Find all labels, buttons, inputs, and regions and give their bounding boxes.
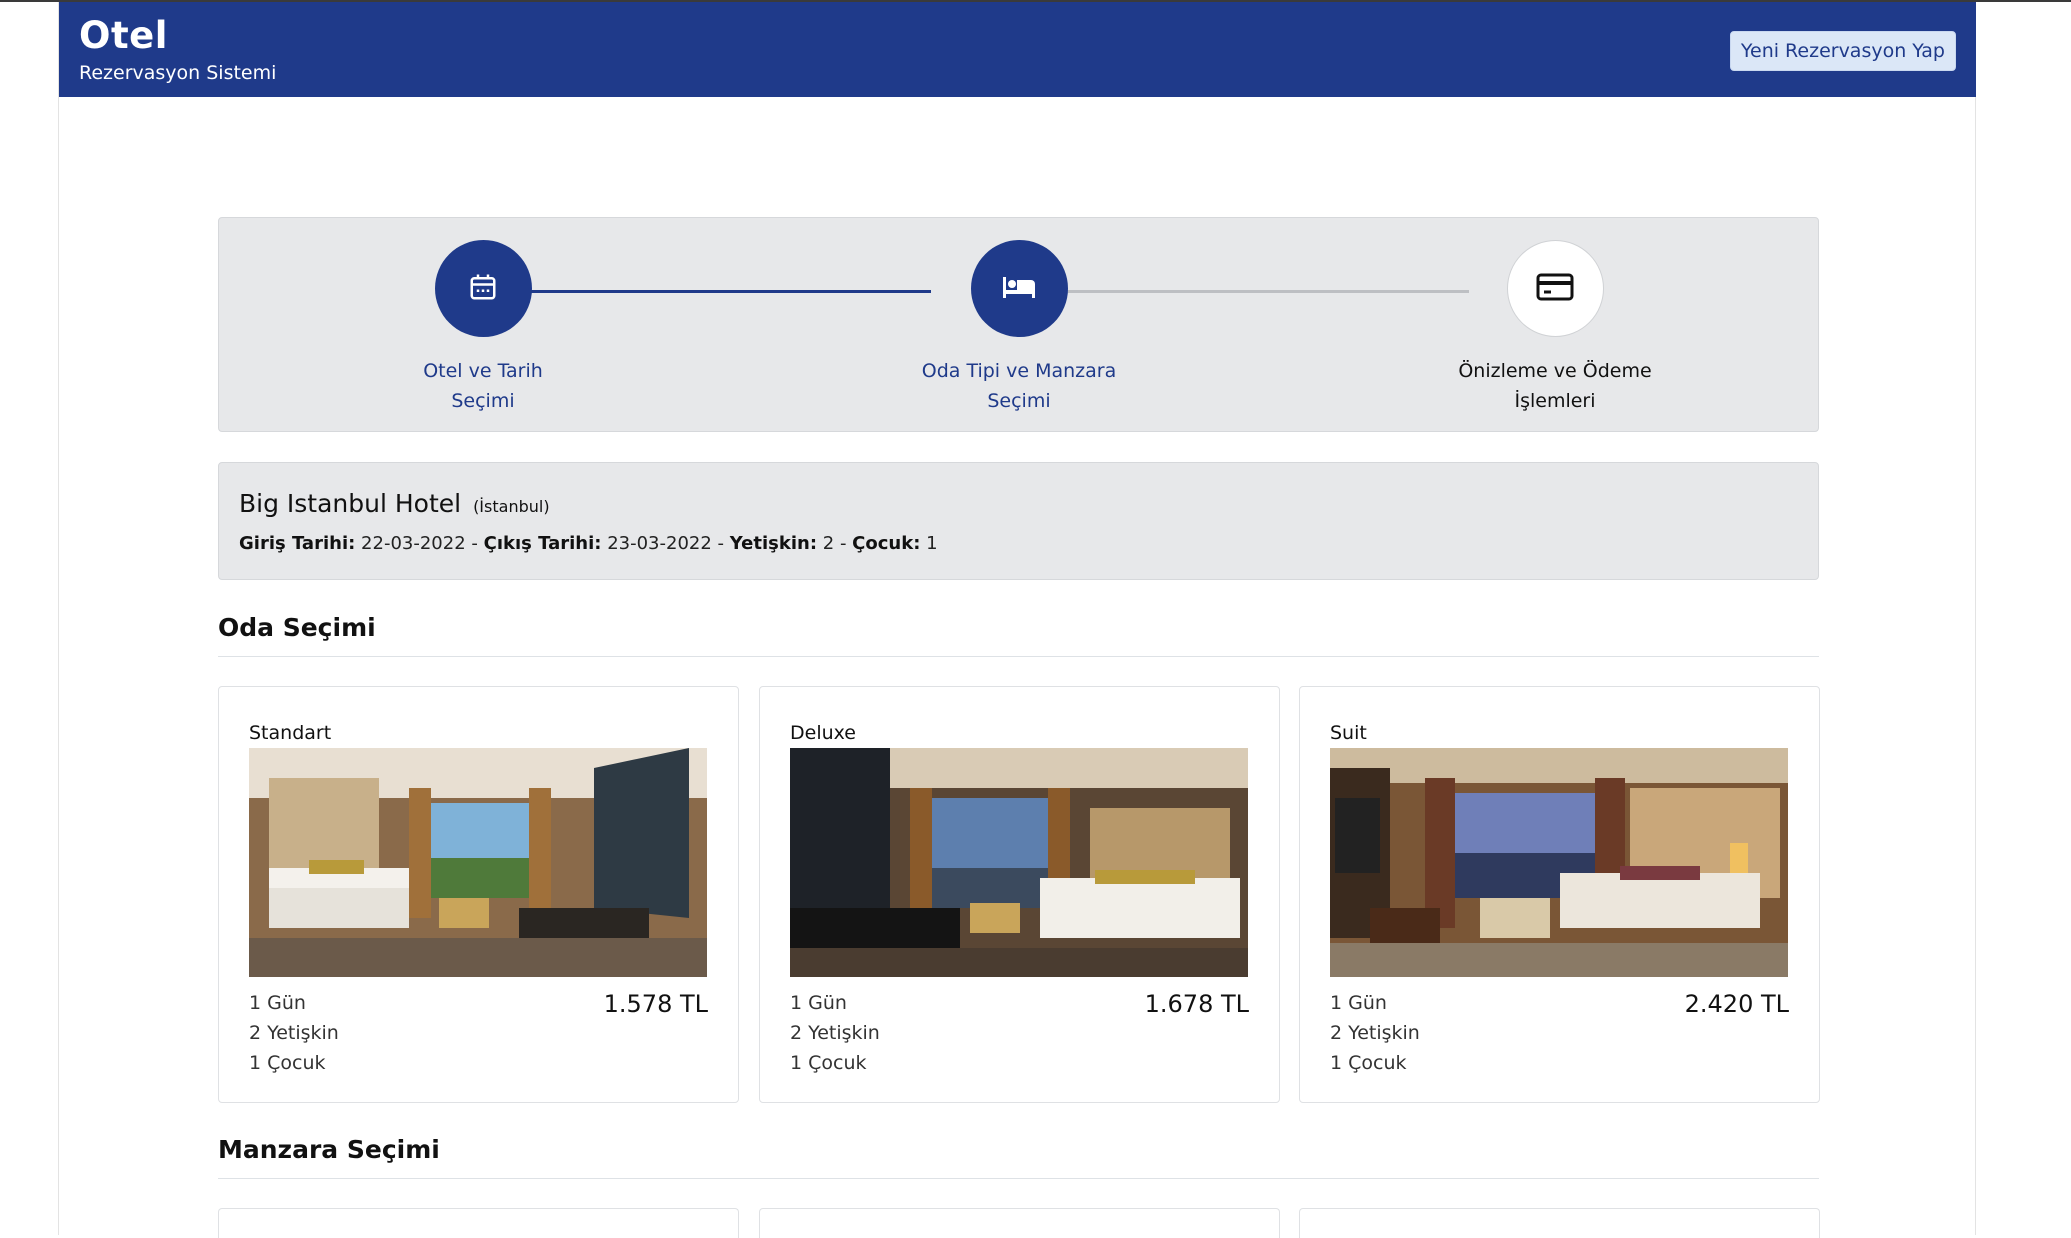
checkout-value: 23-03-2022 [607,533,712,554]
room-children: 1 Çocuk [249,1052,326,1074]
room-photo [249,748,707,977]
reservation-summary: Big Istanbul Hotel (İstanbul) Giriş Tari… [218,462,1819,580]
step-label-line1: Otel ve Tarih [423,360,543,382]
step-label-line1: Oda Tipi ve Manzara [921,360,1117,382]
room-days: 1 Gün [790,992,847,1014]
app-header: Otel Rezervasyon Sistemi Yeni Rezervasyo… [59,2,1976,97]
view-card[interactable] [1299,1208,1820,1238]
step-preview-payment[interactable]: Önizleme ve Ödeme İşlemleri [1415,240,1695,416]
room-children: 1 Çocuk [790,1052,867,1074]
view-section-title: Manzara Seçimi [218,1135,440,1164]
step-label: Önizleme ve Ödeme İşlemleri [1415,356,1695,416]
room-card-deluxe[interactable]: Deluxe 1 Gün 2 Yetişkin 1 Çocuk 1.678 TL [759,686,1280,1103]
step-label: Oda Tipi ve Manzara Seçimi [879,356,1159,416]
progress-stepper: Otel ve Tarih Seçimi Oda Tipi ve Manzara [218,217,1819,432]
room-price: 1.578 TL [603,990,708,1018]
child-value: 1 [926,533,938,554]
adult-value: 2 [822,533,835,554]
bed-icon [1001,274,1037,304]
hotel-city: (İstanbul) [473,497,550,516]
room-card-standart[interactable]: Standart 1 Gün 2 Yetişkin 1 Çocuk 1.578 … [218,686,739,1103]
step-room-view[interactable]: Oda Tipi ve Manzara Seçimi [879,240,1159,416]
section-divider [218,1178,1819,1179]
brand-subtitle: Rezervasyon Sistemi [79,62,277,84]
view-card[interactable] [759,1208,1280,1238]
separator: - [839,533,847,554]
room-details: 1 Gün 2 Yetişkin 1 Çocuk [249,988,339,1078]
page-container: Otel Rezervasyon Sistemi Yeni Rezervasyo… [58,2,1976,1238]
calendar-icon [468,272,498,306]
step-label-line2: Seçimi [987,390,1051,412]
room-details: 1 Gün 2 Yetişkin 1 Çocuk [790,988,880,1078]
step-label-line1: Önizleme ve Ödeme [1458,360,1652,382]
room-price: 2.420 TL [1684,990,1789,1018]
new-reservation-button[interactable]: Yeni Rezervasyon Yap [1729,31,1956,71]
room-photo [1330,748,1788,977]
step-circle [970,240,1068,337]
room-name: Standart [249,722,332,744]
room-section-title: Oda Seçimi [218,613,376,642]
section-divider [218,656,1819,657]
room-children: 1 Çocuk [1330,1052,1407,1074]
hotel-title: Big Istanbul Hotel (İstanbul) [239,489,550,518]
step-hotel-date[interactable]: Otel ve Tarih Seçimi [343,240,623,416]
step-circle [1506,240,1604,337]
room-name: Suit [1330,722,1367,744]
room-name: Deluxe [790,722,856,744]
child-label: Çocuk: [852,533,921,554]
room-price: 1.678 TL [1144,990,1249,1018]
hotel-name: Big Istanbul Hotel [239,489,462,518]
reservation-details: Giriş Tarihi: 22-03-2022 - Çıkış Tarihi:… [239,533,938,554]
checkin-value: 22-03-2022 [361,533,466,554]
credit-card-icon [1536,273,1574,305]
room-adults: 2 Yetişkin [249,1022,339,1044]
separator: - [717,533,725,554]
step-label-line2: Seçimi [451,390,515,412]
adult-label: Yetişkin: [729,533,818,554]
brand-title: Otel [79,14,168,57]
room-days: 1 Gün [1330,992,1387,1014]
checkout-label: Çıkış Tarihi: [483,533,602,554]
step-label-line2: İşlemleri [1514,390,1596,412]
step-label: Otel ve Tarih Seçimi [343,356,623,416]
room-photo [790,748,1248,977]
step-circle [434,240,532,337]
room-adults: 2 Yetişkin [1330,1022,1420,1044]
view-card[interactable] [218,1208,739,1238]
separator: - [471,533,478,554]
room-details: 1 Gün 2 Yetişkin 1 Çocuk [1330,988,1420,1078]
room-card-suit[interactable]: Suit 1 Gün 2 Yetişkin 1 Çocuk 2.420 TL [1299,686,1820,1103]
room-adults: 2 Yetişkin [790,1022,880,1044]
checkin-label: Giriş Tarihi: [239,533,356,554]
room-days: 1 Gün [249,992,306,1014]
